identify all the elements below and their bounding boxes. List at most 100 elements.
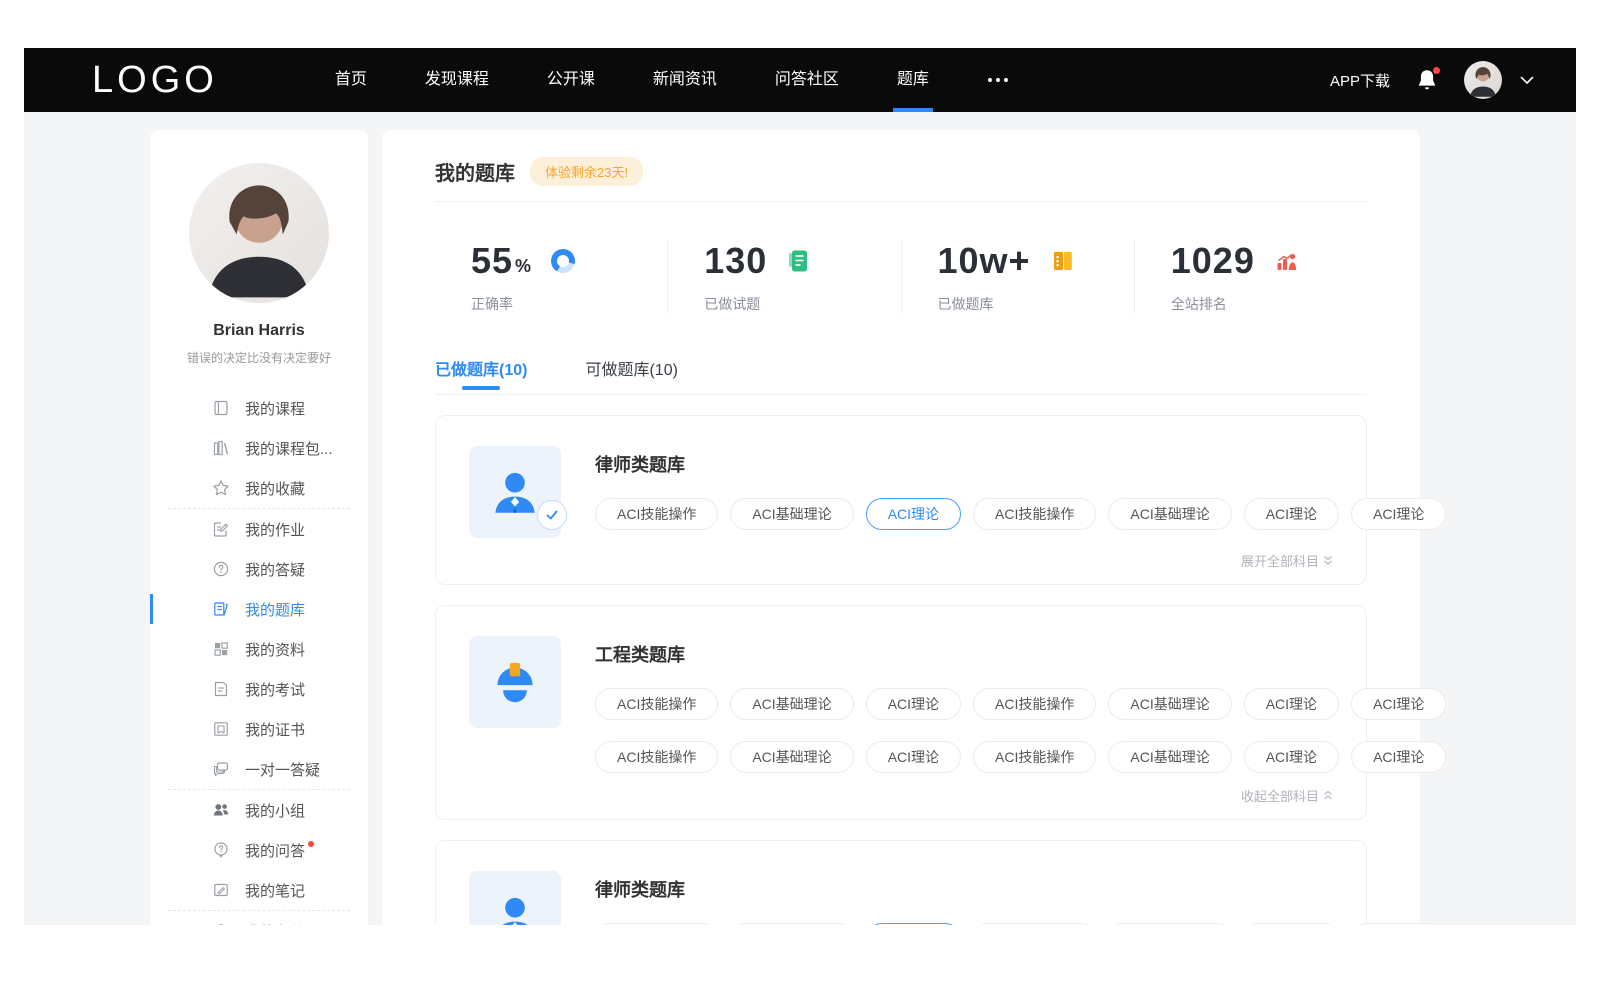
subject-tag[interactable]: ACI技能操作	[595, 741, 718, 773]
subject-tag[interactable]: ACI理论	[1351, 741, 1446, 773]
sidebar-item-label: 我的笔记	[245, 880, 305, 901]
subject-tag[interactable]: ACI技能操作	[973, 498, 1096, 530]
collapse-all-subjects-link[interactable]: 收起全部科目	[469, 786, 1333, 805]
bell-icon[interactable]	[1416, 68, 1438, 92]
group-people-icon	[212, 801, 230, 819]
sidebar-menu: 我的课程 我的课程包... 我的收藏 我的作业 我的答疑 我的题库	[150, 388, 368, 925]
bank-tabs: 已做题库(10) 可做题库(10)	[435, 356, 1367, 395]
subject-tag-active[interactable]: ACI理论	[866, 498, 961, 530]
sidebar-item-label: 我的收藏	[245, 478, 305, 499]
subject-tag[interactable]: ACI理论	[1244, 923, 1339, 925]
red-rank-icon	[1275, 249, 1299, 273]
subject-tag[interactable]: ACI基础理论	[1108, 741, 1231, 773]
app-download-link[interactable]: APP下载	[1330, 70, 1390, 91]
subject-tag[interactable]: ACI理论	[866, 688, 961, 720]
subject-tag-row: ACI技能操作 ACI基础理论 ACI理论 ACI技能操作 ACI基础理论 AC…	[595, 688, 1446, 720]
trial-badge: 体验剩余23天!	[530, 157, 643, 186]
tab-done-banks[interactable]: 已做题库(10)	[435, 356, 527, 394]
check-circle-icon	[537, 500, 567, 530]
nav-item-qa-community[interactable]: 问答社区	[746, 48, 868, 112]
subject-tag[interactable]: ACI理论	[866, 741, 961, 773]
sidebar-item-my-courses[interactable]: 我的课程	[150, 388, 368, 428]
one-on-one-chat-icon	[212, 760, 230, 778]
sidebar-item-my-question-bank[interactable]: 我的题库	[150, 589, 368, 629]
sidebar-item-label: 我的证书	[245, 719, 305, 740]
subject-tag-row: ACI技能操作 ACI基础理论 ACI理论 ACI技能操作 ACI基础理论 AC…	[595, 741, 1446, 773]
tab-available-banks[interactable]: 可做题库(10)	[585, 356, 677, 394]
nav-item-question-bank[interactable]: 题库	[868, 48, 958, 112]
qbank-card-lawyer-2: 律师类题库 ACI技能操作 ACI基础理论 ACI理论 ACI技能操作 ACI基…	[435, 840, 1367, 925]
sidebar-item-label: 我的课程包...	[245, 438, 333, 459]
subject-tag[interactable]: ACI技能操作	[595, 498, 718, 530]
nav-item-open-courses[interactable]: 公开课	[518, 48, 624, 112]
nav-item-news[interactable]: 新闻资讯	[624, 48, 746, 112]
navbar-right: APP下载	[1330, 61, 1534, 99]
course-book-icon	[212, 399, 230, 417]
stats-row: 55 % 正确率 130 已做试题 10w+ 已做题库	[435, 240, 1367, 314]
star-icon	[212, 479, 230, 497]
subject-tag[interactable]: ACI技能操作	[595, 923, 718, 925]
sidebar-item-my-materials[interactable]: 我的资料	[150, 629, 368, 669]
sidebar-item-my-homework[interactable]: 我的作业	[150, 509, 368, 549]
stat-accuracy: 55 % 正确率	[435, 240, 667, 314]
nav-item-home[interactable]: 首页	[306, 48, 396, 112]
sidebar-item-label: 一对一答疑	[245, 759, 320, 780]
sidebar-item-label: 我的小组	[245, 800, 305, 821]
sidebar-item-my-notes[interactable]: 我的笔记	[150, 870, 368, 910]
expand-all-subjects-link[interactable]: 展开全部科目	[469, 551, 1333, 570]
subject-tag[interactable]: ACI技能操作	[973, 741, 1096, 773]
chevron-down-icon[interactable]	[1520, 76, 1534, 85]
sidebar-item-label: 我的积分	[245, 921, 305, 926]
qbank-card-engineering: 工程类题库 ACI技能操作 ACI基础理论 ACI理论 ACI技能操作 ACI基…	[435, 605, 1367, 820]
subject-tag[interactable]: ACI理论	[1244, 688, 1339, 720]
navbar-avatar[interactable]	[1464, 61, 1502, 99]
subject-tag[interactable]: ACI基础理论	[730, 688, 853, 720]
question-circle-icon	[212, 560, 230, 578]
subject-tag[interactable]: ACI理论	[1351, 923, 1446, 925]
subject-tag[interactable]: ACI技能操作	[595, 688, 718, 720]
subject-tag[interactable]: ACI基础理论	[730, 923, 853, 925]
sidebar-item-my-certificates[interactable]: 我的证书	[150, 709, 368, 749]
logo[interactable]: LOGO	[92, 59, 218, 102]
double-chevron-down-icon	[1323, 555, 1333, 566]
stat-value: 55	[471, 240, 513, 282]
donut-chart-icon	[551, 249, 575, 273]
sidebar-item-my-qa[interactable]: 我的答疑	[150, 549, 368, 589]
stat-done-questions: 130 已做试题	[667, 240, 900, 314]
sidebar-item-my-course-packages[interactable]: 我的课程包...	[150, 428, 368, 468]
subject-tag[interactable]: ACI理论	[1351, 498, 1446, 530]
workspace: LOGO 首页 发现课程 公开课 新闻资讯 问答社区 题库 APP下载	[24, 48, 1576, 925]
sidebar-item-my-points[interactable]: 我的积分	[150, 911, 368, 925]
subject-tag[interactable]: ACI基础理论	[730, 741, 853, 773]
subject-tag-row: ACI技能操作 ACI基础理论 ACI理论 ACI技能操作 ACI基础理论 AC…	[595, 923, 1446, 925]
stat-label: 已做题库	[938, 294, 1134, 314]
sidebar-item-my-groups[interactable]: 我的小组	[150, 790, 368, 830]
more-ellipsis-icon[interactable]	[958, 48, 1038, 112]
sidebar-item-label: 我的问答	[245, 840, 305, 861]
subject-tag[interactable]: ACI理论	[1351, 688, 1446, 720]
subject-tag[interactable]: ACI基础理论	[1108, 498, 1231, 530]
stat-value: 1029	[1171, 240, 1255, 282]
homework-icon	[212, 520, 230, 538]
sidebar-item-label: 我的作业	[245, 519, 305, 540]
subject-tag[interactable]: ACI基础理论	[730, 498, 853, 530]
subject-tag[interactable]: ACI理论	[1244, 498, 1339, 530]
subject-tag[interactable]: ACI理论	[1244, 741, 1339, 773]
stat-label: 全站排名	[1171, 294, 1367, 314]
materials-grid-icon	[212, 640, 230, 658]
stat-suffix: %	[515, 256, 531, 277]
sidebar-item-my-favorites[interactable]: 我的收藏	[150, 468, 368, 508]
stat-site-rank: 1029 全站排名	[1134, 240, 1367, 314]
subject-tag[interactable]: ACI基础理论	[1108, 923, 1231, 925]
green-paper-icon	[787, 249, 809, 273]
sidebar-item-my-questions[interactable]: 我的问答	[150, 830, 368, 870]
subject-tag[interactable]: ACI技能操作	[973, 923, 1096, 925]
qbank-card-lawyer-1: 律师类题库 ACI技能操作 ACI基础理论 ACI理论 ACI技能操作 ACI基…	[435, 415, 1367, 585]
subject-tag[interactable]: ACI基础理论	[1108, 688, 1231, 720]
sidebar-item-one-on-one-qa[interactable]: 一对一答疑	[150, 749, 368, 789]
nav-item-discover-courses[interactable]: 发现课程	[396, 48, 518, 112]
sidebar: Brian Harris 错误的决定比没有决定要好 我的课程 我的课程包... …	[150, 130, 368, 925]
subject-tag-active[interactable]: ACI理论	[866, 923, 961, 925]
subject-tag[interactable]: ACI技能操作	[973, 688, 1096, 720]
sidebar-item-my-exams[interactable]: 我的考试	[150, 669, 368, 709]
